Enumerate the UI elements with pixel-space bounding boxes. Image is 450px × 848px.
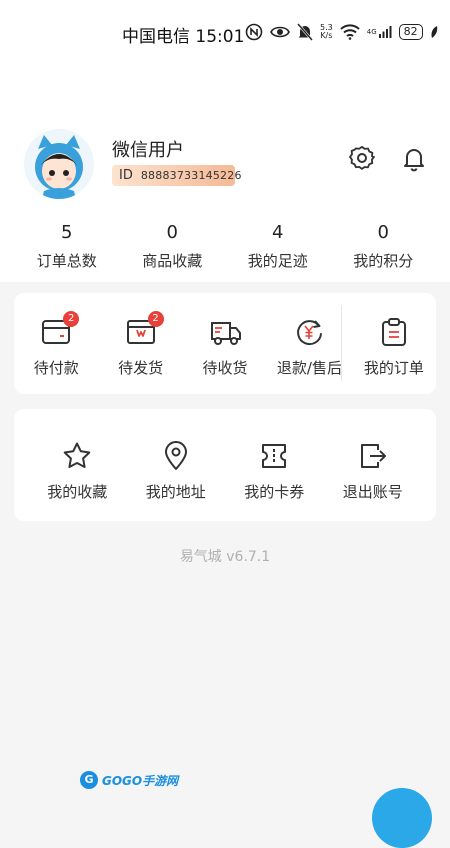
stat-value: 0 — [166, 222, 178, 243]
status-bar: 中国电信 15:01 5.3 K/s 4G 82 — [0, 0, 450, 64]
orders-row: 2 待付款 2 待发货 待收货 退款/售后 我的订单 — [14, 311, 436, 378]
bell-icon — [401, 146, 427, 176]
stat-value: 0 — [377, 222, 389, 243]
stat-value: 4 — [272, 222, 284, 243]
order-pending-shipment[interactable]: 2 待发货 — [98, 311, 182, 378]
profile-header: 中国电信 15:01 5.3 K/s 4G 82 微信用户 ID 8888373… — [0, 0, 450, 282]
stat-favorites[interactable]: 0 商品收藏 — [120, 222, 226, 274]
stat-points[interactable]: 0 我的积分 — [331, 222, 437, 274]
order-label: 我的订单 — [363, 359, 424, 377]
watermark-logo-mark: G — [80, 771, 98, 789]
orders-card: 2 待付款 2 待发货 待收货 退款/售后 我的订单 — [14, 293, 436, 394]
stat-footprints[interactable]: 4 我的足迹 — [225, 222, 331, 274]
orders-divider — [341, 305, 342, 381]
order-label: 待发货 — [118, 359, 164, 377]
username: 微信用户 — [112, 140, 184, 161]
stat-label: 订单总数 — [36, 252, 97, 270]
location-pin-icon — [159, 439, 193, 473]
cell-signal-icon: 4G — [367, 25, 392, 39]
tool-label: 退出账号 — [342, 483, 403, 501]
id-value: 88883733145226 — [140, 169, 242, 182]
mute-bell-icon — [297, 23, 313, 41]
stat-label: 我的积分 — [353, 252, 414, 270]
order-label: 待收货 — [202, 359, 248, 377]
stat-label: 商品收藏 — [142, 252, 203, 270]
tools-row: 我的收藏 我的地址 我的卡券 退出账号 — [28, 439, 422, 502]
settings-button[interactable] — [348, 145, 376, 176]
refund-yen-icon — [292, 315, 326, 349]
stats-row: 5 订单总数 0 商品收藏 4 我的足迹 0 我的积分 — [14, 222, 436, 274]
tool-label: 我的地址 — [145, 483, 206, 501]
wallet-icon: 2 — [39, 311, 80, 349]
notifications-button[interactable] — [400, 147, 428, 175]
status-icons: 5.3 K/s 4G 82 — [245, 20, 438, 44]
app-version: 易气城 v6.7.1 — [179, 549, 271, 565]
battery-level: 82 — [403, 25, 418, 38]
tool-favorites[interactable]: 我的收藏 — [28, 439, 127, 502]
network-speed: 5.3 K/s — [320, 24, 333, 40]
carrier-time: 中国电信 15:01 — [122, 27, 245, 47]
tool-address[interactable]: 我的地址 — [127, 439, 226, 502]
avatar[interactable] — [24, 129, 94, 199]
nfc-icon — [245, 23, 263, 41]
tool-label: 我的收藏 — [47, 483, 108, 501]
floating-button[interactable] — [372, 788, 432, 848]
order-label: 待付款 — [33, 359, 79, 377]
battery-icon: 82 — [398, 24, 423, 40]
order-all-orders[interactable]: 我的订单 — [352, 315, 436, 378]
badge-count: 2 — [147, 311, 164, 327]
truck-icon — [208, 315, 242, 349]
order-pending-receipt[interactable]: 待收货 — [183, 315, 267, 378]
speed-unit: K/s — [320, 31, 333, 40]
watermark-text: GOGO手游网 — [102, 773, 179, 788]
logout-icon — [356, 439, 390, 473]
badge-count: 2 — [63, 311, 80, 327]
star-icon — [60, 439, 94, 473]
eye-icon — [270, 25, 290, 39]
tool-logout[interactable]: 退出账号 — [324, 439, 423, 502]
leaf-icon — [430, 25, 438, 39]
gear-icon — [349, 145, 375, 176]
stat-orders-total[interactable]: 5 订单总数 — [14, 222, 120, 274]
stat-value: 5 — [61, 222, 73, 243]
user-id-badge: ID 88883733145226 — [112, 165, 241, 186]
order-refund-aftersale[interactable]: 退款/售后 — [267, 315, 351, 378]
order-label: 退款/售后 — [276, 359, 342, 377]
tool-label: 我的卡券 — [244, 483, 305, 501]
stat-label: 我的足迹 — [247, 252, 308, 270]
package-icon: 2 — [124, 311, 164, 349]
wifi-icon — [340, 24, 360, 40]
id-label: ID — [119, 168, 133, 183]
order-pending-payment[interactable]: 2 待付款 — [14, 311, 98, 378]
tools-card: 我的收藏 我的地址 我的卡券 退出账号 — [14, 409, 436, 521]
watermark-logo: G GOGO手游网 — [80, 770, 178, 790]
network-type: 4G — [366, 28, 377, 36]
ticket-icon — [257, 439, 291, 473]
clipboard-icon — [377, 315, 411, 349]
tool-coupons[interactable]: 我的卡券 — [225, 439, 324, 502]
